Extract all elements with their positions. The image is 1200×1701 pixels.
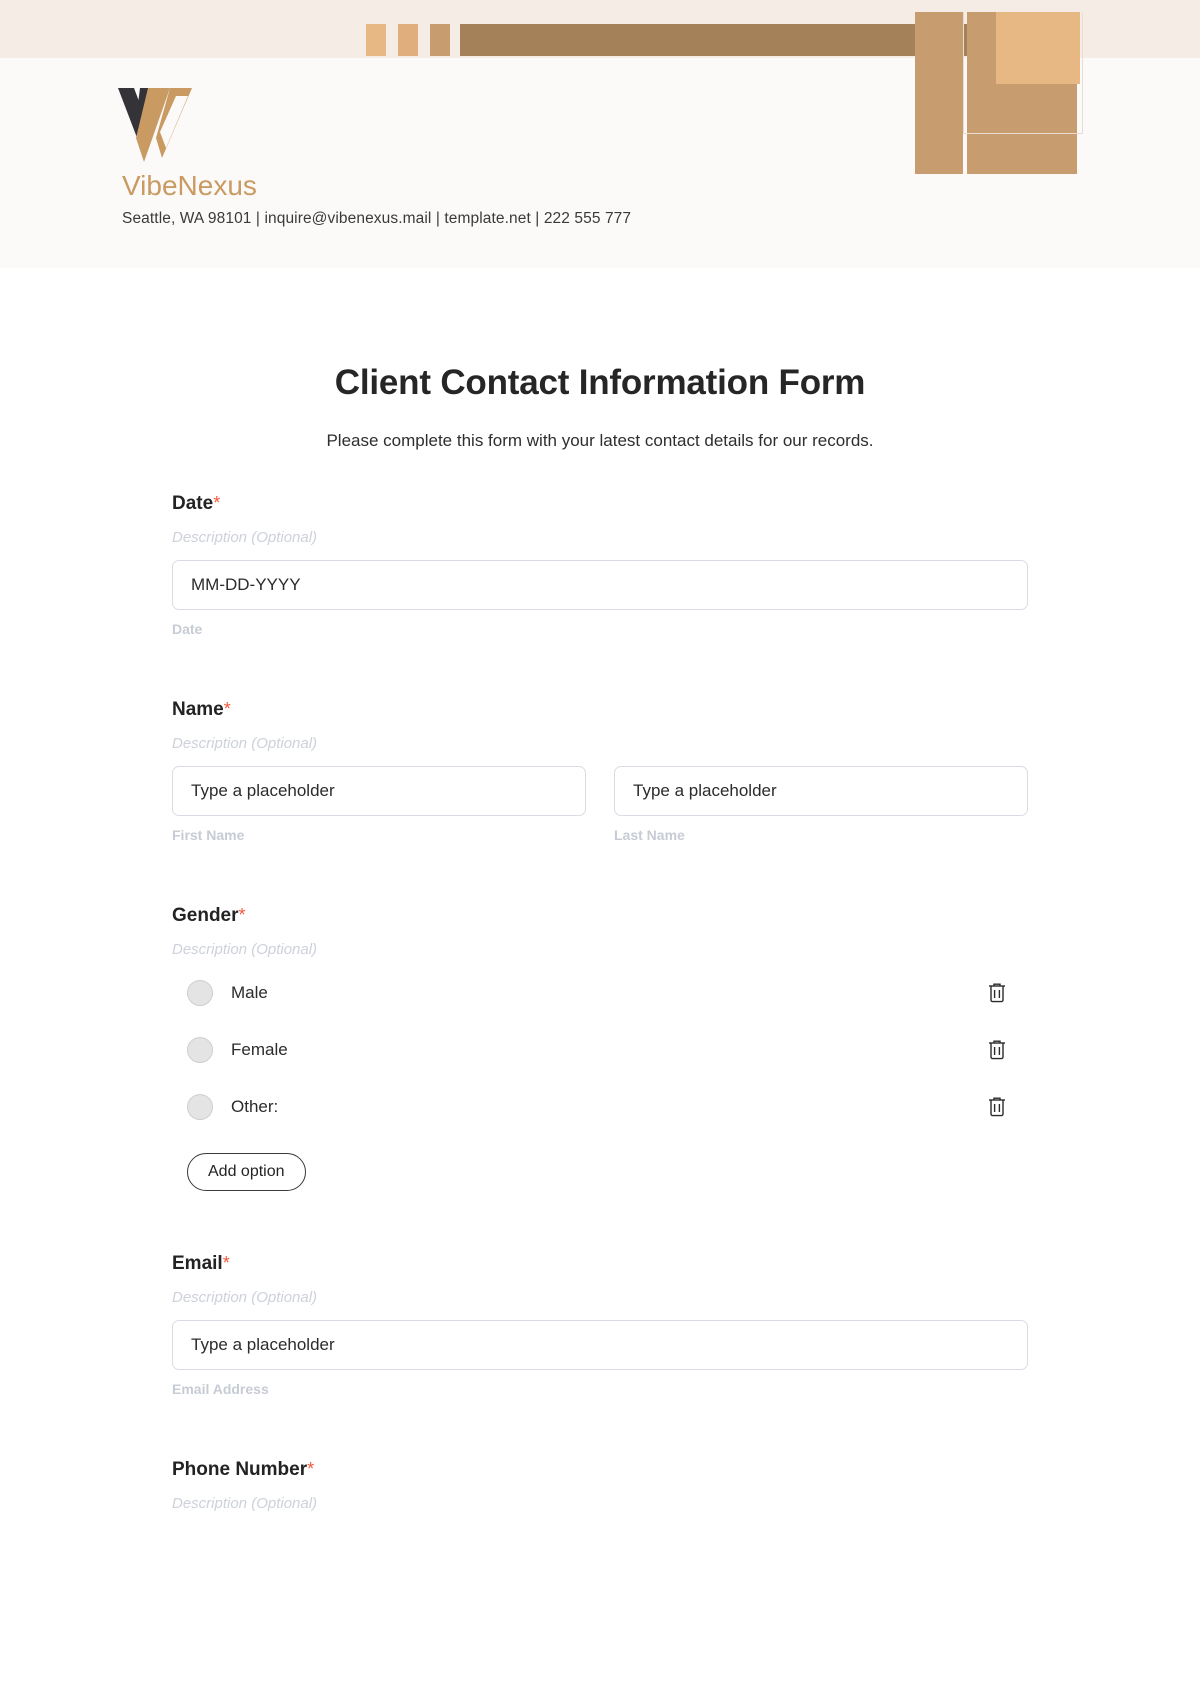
page-subtitle: Please complete this form with your late…	[326, 431, 874, 450]
field-label-date: Date*	[172, 493, 1028, 515]
header-square-3	[430, 24, 450, 56]
form-page: VibeNexus Seattle, WA 98101 | inquire@vi…	[0, 0, 1200, 1701]
option-label: Male	[231, 983, 268, 1002]
sub-label-date: Date	[172, 621, 203, 637]
field-label-email-text: Email	[172, 1253, 223, 1274]
field-label-name: Name*	[172, 699, 1028, 721]
page-title: Client Contact Information Form	[334, 363, 866, 402]
fields-container: Date* Description (Optional) MM-DD-YYYY …	[172, 451, 1028, 1512]
date-input[interactable]: MM-DD-YYYY	[172, 560, 1028, 610]
radio-icon[interactable]	[187, 1037, 213, 1063]
required-marker: *	[238, 905, 246, 925]
field-name: Name* Description (Optional) Type a plac…	[172, 699, 1028, 843]
brand-contact-line: Seattle, WA 98101 | inquire@vibenexus.ma…	[122, 210, 632, 227]
trash-icon[interactable]	[986, 1095, 1008, 1119]
field-description-gender: Description (Optional)	[172, 941, 318, 958]
header-square-2	[398, 24, 418, 56]
header-block-outline	[963, 12, 1083, 134]
first-name-placeholder: Type a placeholder	[191, 781, 335, 800]
sub-label-last-name: Last Name	[614, 827, 685, 843]
required-marker: *	[222, 1253, 230, 1273]
field-label-phone: Phone Number*	[172, 1459, 1028, 1481]
sub-label-email: Email Address	[172, 1381, 269, 1397]
vibenexus-logo-icon	[118, 86, 204, 168]
field-label-email: Email*	[172, 1253, 1028, 1275]
brand-name: VibeNexus	[122, 170, 257, 201]
field-label-date-text: Date	[172, 493, 214, 514]
field-label-name-text: Name	[172, 699, 224, 720]
field-gender: Gender* Description (Optional) Male Fema…	[172, 905, 1028, 1191]
last-name-input[interactable]: Type a placeholder	[614, 766, 1028, 816]
trash-icon[interactable]	[986, 1038, 1008, 1062]
first-name-column: Type a placeholder First Name	[172, 766, 586, 843]
sub-label-first-name: First Name	[172, 827, 245, 843]
field-label-phone-text: Phone Number	[172, 1459, 308, 1480]
field-phone-number: Phone Number* Description (Optional)	[172, 1459, 1028, 1512]
first-name-input[interactable]: Type a placeholder	[172, 766, 586, 816]
trash-icon[interactable]	[986, 981, 1008, 1005]
option-row[interactable]: Female	[172, 1029, 1028, 1071]
option-row[interactable]: Other:	[172, 1086, 1028, 1128]
field-description-date: Description (Optional)	[172, 529, 318, 546]
option-row[interactable]: Male	[172, 972, 1028, 1014]
field-description-phone: Description (Optional)	[172, 1495, 318, 1512]
field-label-gender: Gender*	[172, 905, 1028, 927]
field-label-gender-text: Gender	[172, 905, 239, 926]
radio-icon[interactable]	[187, 980, 213, 1006]
page-header: VibeNexus Seattle, WA 98101 | inquire@vi…	[0, 0, 1200, 268]
required-marker: *	[307, 1459, 315, 1479]
radio-icon[interactable]	[187, 1094, 213, 1120]
last-name-placeholder: Type a placeholder	[633, 781, 777, 800]
email-input[interactable]: Type a placeholder	[172, 1320, 1028, 1370]
field-date: Date* Description (Optional) MM-DD-YYYY …	[172, 493, 1028, 637]
required-marker: *	[223, 699, 231, 719]
header-square-1	[366, 24, 386, 56]
field-description-email: Description (Optional)	[172, 1289, 318, 1306]
add-option-button[interactable]: Add option	[187, 1153, 306, 1191]
required-marker: *	[213, 493, 221, 513]
option-label: Female	[231, 1040, 288, 1059]
date-input-placeholder: MM-DD-YYYY	[191, 575, 301, 594]
last-name-column: Type a placeholder Last Name	[614, 766, 1028, 843]
field-description-name: Description (Optional)	[172, 735, 318, 752]
field-email: Email* Description (Optional) Type a pla…	[172, 1253, 1028, 1397]
header-block-left	[915, 12, 963, 174]
name-inputs-row: Type a placeholder First Name Type a pla…	[172, 766, 1028, 843]
option-label: Other:	[231, 1097, 279, 1116]
email-input-placeholder: Type a placeholder	[191, 1335, 335, 1354]
form-body: Client Contact Information Form Please c…	[0, 363, 1200, 1512]
